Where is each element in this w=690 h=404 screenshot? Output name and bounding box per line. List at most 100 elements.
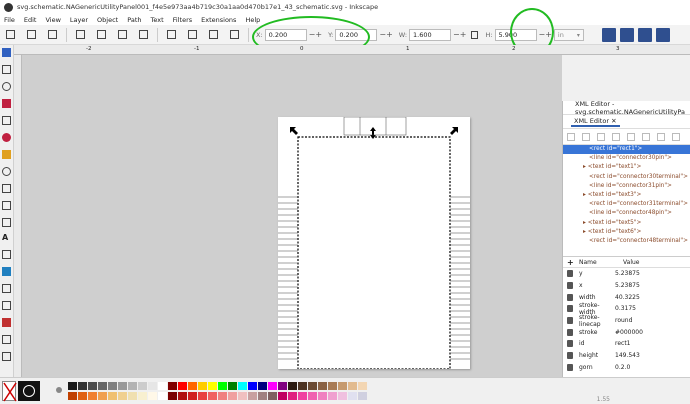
menu-filters[interactable]: Filters bbox=[173, 16, 192, 24]
color-swatch[interactable] bbox=[98, 382, 107, 390]
width-input[interactable]: 1.600 bbox=[409, 28, 452, 41]
lower-to-bottom-icon[interactable] bbox=[230, 30, 239, 39]
flip-vertical-icon[interactable] bbox=[139, 30, 148, 39]
attr-value[interactable]: round bbox=[615, 317, 632, 324]
y-stepper-icon[interactable]: −+ bbox=[379, 30, 392, 39]
delete-node-icon[interactable] bbox=[612, 132, 620, 141]
color-swatch[interactable] bbox=[68, 392, 77, 400]
attr-value[interactable]: 0.2.0 bbox=[615, 364, 630, 371]
color-swatch[interactable] bbox=[198, 382, 207, 390]
color-swatch[interactable] bbox=[88, 392, 97, 400]
horizontal-ruler[interactable]: -2 -1 0 1 2 3 bbox=[14, 45, 690, 55]
current-fill-icon[interactable] bbox=[18, 381, 40, 401]
attr-value[interactable]: 5.23875 bbox=[615, 282, 640, 289]
zoom-tool-icon[interactable] bbox=[2, 82, 11, 91]
menu-help[interactable]: Help bbox=[245, 16, 260, 24]
color-swatch[interactable] bbox=[278, 382, 287, 390]
attr-value[interactable]: #000000 bbox=[615, 329, 643, 336]
xml-node[interactable]: <rect id="connector30terminal"> bbox=[563, 173, 690, 182]
color-swatch[interactable] bbox=[218, 382, 227, 390]
color-swatch[interactable] bbox=[238, 382, 247, 390]
color-swatch[interactable] bbox=[358, 392, 367, 400]
color-swatch[interactable] bbox=[198, 392, 207, 400]
menu-file[interactable]: File bbox=[4, 16, 15, 24]
attribute-row[interactable]: x 5.23875 bbox=[563, 280, 690, 292]
lower-icon[interactable] bbox=[209, 30, 218, 39]
attribute-row[interactable]: gorn 0.2.0 bbox=[563, 362, 690, 374]
color-swatch[interactable] bbox=[128, 382, 137, 390]
xml-node[interactable]: <line id="connector30pin"> bbox=[563, 154, 690, 163]
color-swatch[interactable] bbox=[178, 392, 187, 400]
trash-icon[interactable] bbox=[567, 340, 573, 348]
color-swatch[interactable] bbox=[208, 382, 217, 390]
color-swatch[interactable] bbox=[258, 392, 267, 400]
scale-stroke-button[interactable] bbox=[601, 27, 616, 42]
duplicate-node-icon[interactable] bbox=[597, 132, 605, 141]
color-swatch[interactable] bbox=[108, 382, 117, 390]
no-paint-icon[interactable] bbox=[2, 381, 17, 402]
attr-value[interactable]: 149.543 bbox=[615, 352, 640, 359]
trash-icon[interactable] bbox=[567, 352, 573, 360]
unit-select[interactable]: in ▾ bbox=[553, 28, 584, 41]
color-swatch[interactable] bbox=[258, 382, 267, 390]
eraser-tool-icon[interactable] bbox=[2, 352, 11, 361]
indent-node-icon[interactable] bbox=[642, 132, 650, 141]
canvas[interactable] bbox=[22, 55, 562, 377]
rotate-cw-icon[interactable] bbox=[97, 30, 106, 39]
color-swatch[interactable] bbox=[288, 382, 297, 390]
spiral-tool-icon[interactable] bbox=[2, 167, 11, 176]
lower-node-icon[interactable] bbox=[672, 132, 680, 141]
color-swatch[interactable] bbox=[318, 382, 327, 390]
vertical-ruler[interactable] bbox=[14, 55, 22, 377]
color-swatch[interactable] bbox=[108, 392, 117, 400]
color-swatch[interactable] bbox=[228, 392, 237, 400]
color-swatch[interactable] bbox=[268, 392, 277, 400]
color-swatch[interactable] bbox=[158, 382, 167, 390]
color-swatch[interactable] bbox=[138, 382, 147, 390]
color-swatch[interactable] bbox=[148, 392, 157, 400]
expand-arrow-icon[interactable]: ▸ bbox=[583, 192, 586, 198]
color-swatch[interactable] bbox=[298, 392, 307, 400]
color-swatch[interactable] bbox=[338, 392, 347, 400]
new-text-node-icon[interactable] bbox=[582, 132, 590, 141]
expand-arrow-icon[interactable]: ▸ bbox=[583, 229, 586, 235]
node-tool-icon[interactable] bbox=[2, 65, 11, 74]
color-swatch[interactable] bbox=[78, 392, 87, 400]
close-icon[interactable]: ✕ bbox=[611, 117, 616, 125]
tweak-tool-icon[interactable] bbox=[2, 335, 11, 344]
xml-node[interactable]: <rect id="connector31terminal"> bbox=[563, 200, 690, 209]
palette-menu-icon[interactable] bbox=[56, 387, 62, 393]
expand-arrow-icon[interactable]: ▸ bbox=[583, 220, 586, 226]
color-swatch[interactable] bbox=[308, 382, 317, 390]
color-swatch[interactable] bbox=[158, 392, 167, 400]
mesh-tool-icon[interactable] bbox=[2, 284, 11, 293]
trash-icon[interactable] bbox=[567, 270, 573, 278]
rotate-ccw-icon[interactable] bbox=[76, 30, 85, 39]
xml-node[interactable]: ▸ <text id="text6"> bbox=[563, 228, 690, 237]
attr-value[interactable]: 5.23875 bbox=[615, 270, 640, 277]
raise-node-icon[interactable] bbox=[657, 132, 665, 141]
menu-layer[interactable]: Layer bbox=[70, 16, 88, 24]
move-patterns-button[interactable] bbox=[655, 27, 670, 42]
xml-node-tree[interactable]: <rect id="rect1"> <line id="connector30p… bbox=[563, 145, 690, 257]
trash-icon[interactable] bbox=[567, 305, 573, 313]
color-swatch[interactable] bbox=[308, 392, 317, 400]
color-swatch[interactable] bbox=[248, 382, 257, 390]
select-all-layers-icon[interactable] bbox=[27, 30, 36, 39]
w-stepper-icon[interactable]: −+ bbox=[453, 30, 466, 39]
attribute-row[interactable]: height 149.543 bbox=[563, 350, 690, 362]
color-swatch[interactable] bbox=[298, 382, 307, 390]
xml-node[interactable]: <rect id="connector48terminal"> bbox=[563, 237, 690, 246]
expand-arrow-icon[interactable]: ▸ bbox=[583, 164, 586, 170]
attribute-row[interactable]: id rect1 bbox=[563, 338, 690, 350]
color-swatch[interactable] bbox=[218, 392, 227, 400]
new-element-node-icon[interactable] bbox=[567, 132, 575, 141]
raise-to-top-icon[interactable] bbox=[167, 30, 176, 39]
attribute-row[interactable]: stroke-linecap round bbox=[563, 314, 690, 328]
trash-icon[interactable] bbox=[567, 293, 573, 301]
menu-object[interactable]: Object bbox=[97, 16, 118, 24]
trash-icon[interactable] bbox=[567, 363, 573, 371]
menu-path[interactable]: Path bbox=[127, 16, 141, 24]
unindent-node-icon[interactable] bbox=[627, 132, 635, 141]
color-swatch[interactable] bbox=[128, 392, 137, 400]
